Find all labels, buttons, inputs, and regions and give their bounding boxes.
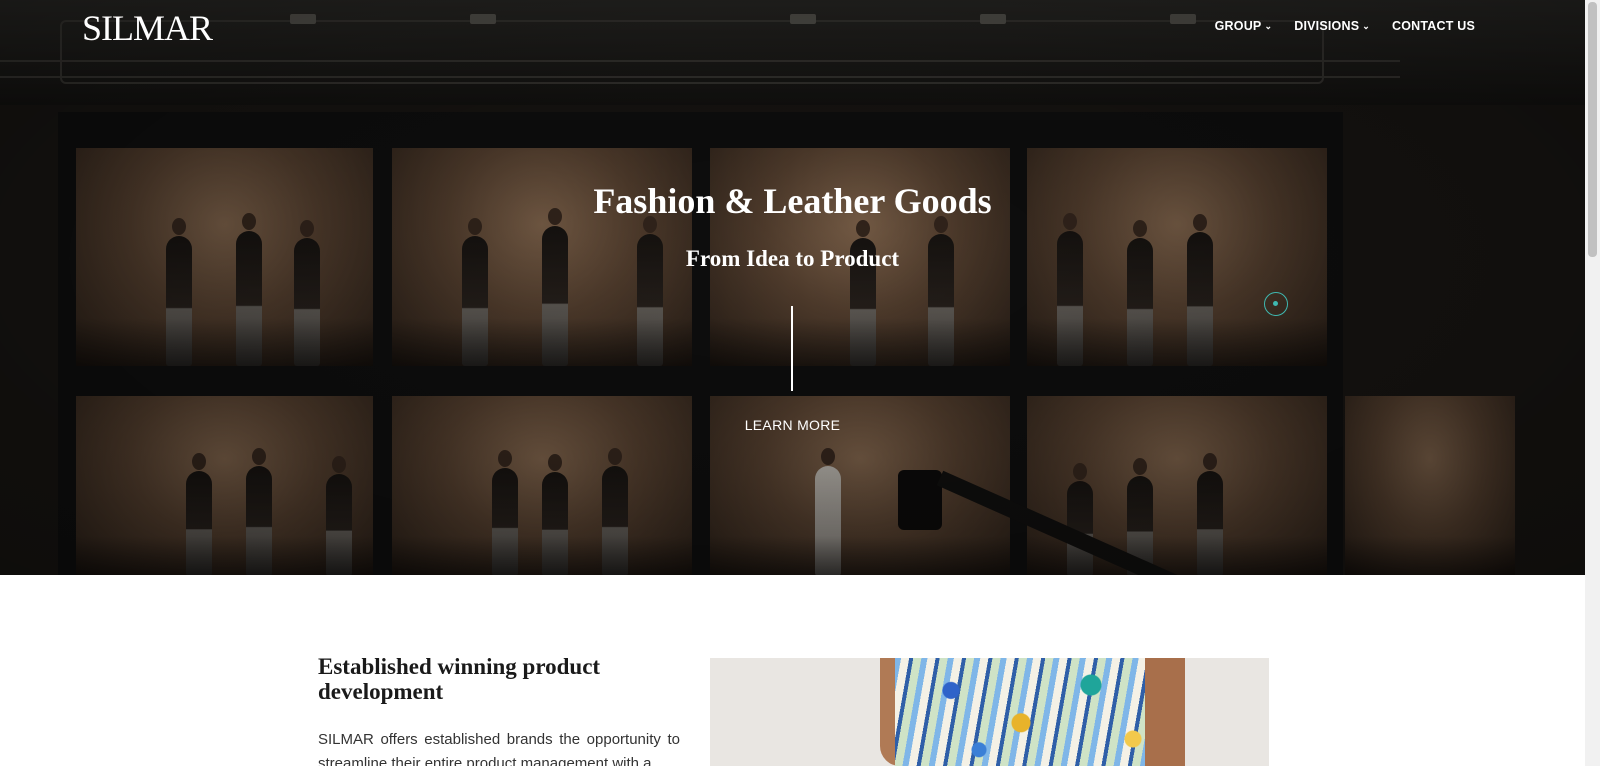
chevron-down-icon: ⌄: [1264, 21, 1273, 31]
hero-subtitle: From Idea to Product: [685, 246, 900, 271]
silmar-logo[interactable]: SILMAR: [82, 8, 213, 48]
chevron-down-icon: ⌄: [1362, 21, 1370, 31]
page: Fashion & Leather Goods From Idea to Pro…: [0, 0, 1600, 766]
hero-divider-line: [791, 306, 793, 391]
hero-section: Fashion & Leather Goods From Idea to Pro…: [0, 0, 1585, 575]
scrollbar[interactable]: [1585, 0, 1600, 766]
nav-group[interactable]: GROUP ⌄: [1215, 18, 1273, 34]
fashion-dress-image: [710, 658, 1269, 766]
learn-more-link[interactable]: LEARN MORE: [745, 417, 841, 433]
hero-title: Fashion & Leather Goods: [593, 181, 992, 221]
main-nav: GROUP ⌄ DIVISIONS ⌄ CONTACT US: [1215, 18, 1475, 34]
cursor-ring-icon: [1264, 292, 1288, 316]
nav-divisions[interactable]: DIVISIONS ⌄: [1294, 18, 1370, 34]
scrollbar-thumb[interactable]: [1588, 2, 1597, 257]
section-heading: Established winning product development: [318, 654, 601, 704]
nav-contact-us[interactable]: CONTACT US: [1392, 18, 1475, 34]
section-body-text: SILMAR offers established brands the opp…: [318, 731, 680, 766]
